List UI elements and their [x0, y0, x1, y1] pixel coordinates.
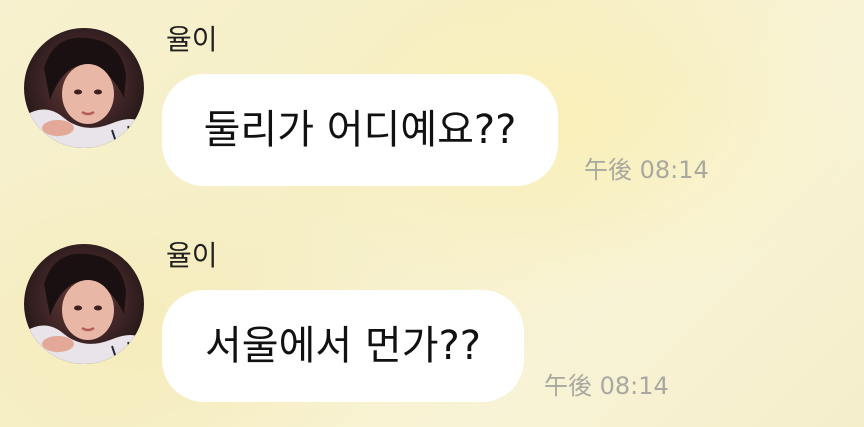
message-row: 율이 서울에서 먼가?? 午後 08:14 [0, 214, 864, 427]
avatar[interactable] [24, 28, 144, 148]
message-timestamp: 午後 08:14 [584, 156, 709, 184]
sender-name: 율이 [166, 23, 218, 56]
sender-name: 율이 [166, 239, 218, 272]
message-bubble[interactable]: 서울에서 먼가?? [162, 290, 524, 402]
message-text: 둘리가 어디예요?? [203, 107, 517, 153]
avatar[interactable] [24, 244, 144, 364]
message-timestamp: 午後 08:14 [544, 372, 669, 400]
message-row: 율이 둘리가 어디예요?? 午後 08:14 [0, 0, 864, 210]
message-bubble[interactable]: 둘리가 어디예요?? [162, 74, 558, 186]
message-text: 서울에서 먼가?? [205, 323, 481, 369]
